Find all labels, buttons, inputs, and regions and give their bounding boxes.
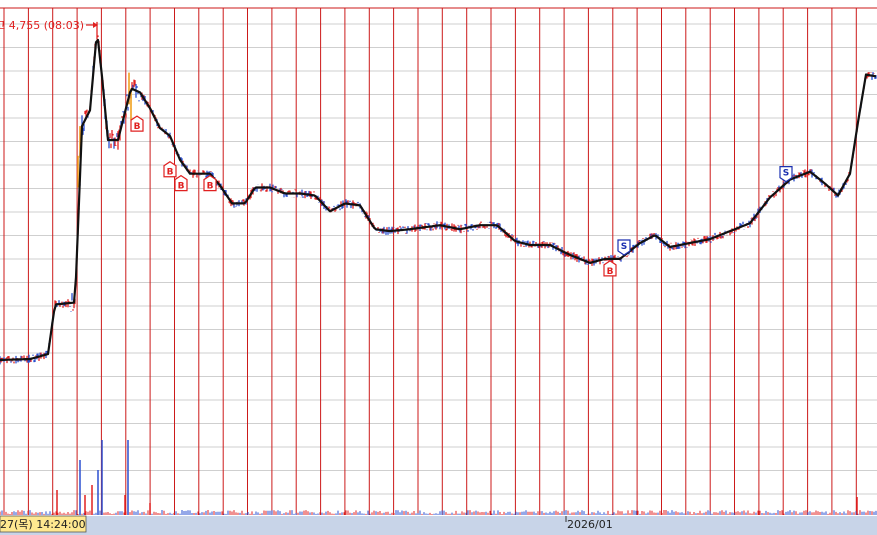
high-price-label: 고 4,755 (08:03) xyxy=(0,19,84,32)
buy-signal-marker: B xyxy=(163,161,177,178)
signal-letter: S xyxy=(783,169,789,179)
time-axis-bar xyxy=(0,516,877,535)
buy-signal-marker: B xyxy=(203,174,217,192)
high-marker: 고 4,755 (08:03) xyxy=(0,19,98,32)
price-line-path xyxy=(0,38,877,362)
sell-signal-marker: S xyxy=(617,239,631,256)
price-chart[interactable]: BBBBBSS 고 4,755 (08:03) 27(목) 14:24:00 2… xyxy=(0,0,877,535)
buy-signal-marker: B xyxy=(130,115,144,132)
volume-bars xyxy=(0,440,877,515)
buy-signal-marker: B xyxy=(174,174,188,192)
signal-letter: B xyxy=(167,168,174,178)
price-line xyxy=(0,38,877,362)
trade-signals: BBB BBSS xyxy=(130,115,793,277)
signal-letter: B xyxy=(207,182,214,192)
sell-signal-marker: S xyxy=(779,166,793,183)
cursor-time-label: 27(목) 14:24:00 xyxy=(0,518,86,531)
signal-letter: B xyxy=(178,182,185,192)
month-axis-label: 2026/01 xyxy=(567,518,613,531)
chart-canvas[interactable]: BBB BBSS 고 4,755 (08:03) 27(목) 14:24:00 2… xyxy=(0,0,877,535)
buy-signal-marker: B xyxy=(603,260,617,277)
signal-letter: B xyxy=(607,267,614,277)
signal-letter: B xyxy=(134,122,141,132)
signal-letter: S xyxy=(621,242,627,252)
grid-lines xyxy=(0,7,877,495)
price-ticks xyxy=(0,21,877,365)
time-axis: 27(목) 14:24:00 2026/01 xyxy=(0,515,877,535)
